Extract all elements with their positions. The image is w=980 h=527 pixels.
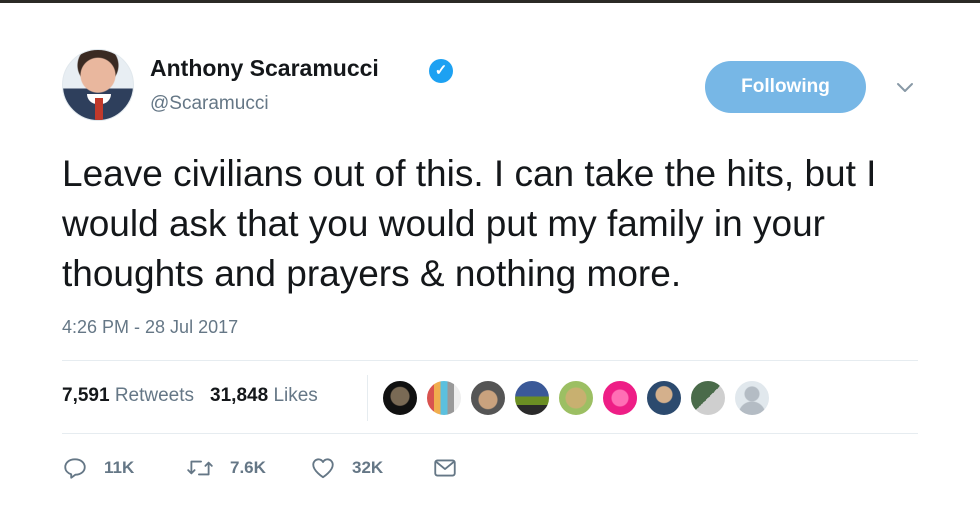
divider-top bbox=[62, 360, 918, 361]
like-count: 32K bbox=[352, 458, 384, 477]
reply-count: 11K bbox=[104, 458, 135, 477]
liker-avatar[interactable] bbox=[425, 379, 463, 417]
liker-avatar[interactable] bbox=[733, 379, 771, 417]
liker-avatar[interactable] bbox=[645, 379, 683, 417]
author-avatar[interactable] bbox=[62, 49, 134, 121]
following-button[interactable]: Following bbox=[705, 61, 866, 113]
liker-avatar[interactable] bbox=[557, 379, 595, 417]
liker-avatar[interactable] bbox=[469, 379, 507, 417]
retweet-count: 7.6K bbox=[230, 458, 266, 477]
like-button[interactable]: 32K bbox=[310, 453, 400, 483]
likes-stat[interactable]: 31,848 Likes bbox=[210, 385, 318, 406]
retweets-stat[interactable]: 7,591 Retweets bbox=[62, 385, 194, 406]
envelope-icon bbox=[434, 459, 456, 477]
stats-separator bbox=[367, 375, 368, 421]
likes-label: Likes bbox=[273, 385, 318, 406]
tweet-text: Leave civilians out of this. I can take … bbox=[62, 153, 877, 294]
author-handle[interactable]: @Scaramucci bbox=[150, 93, 269, 115]
tweet-stats: 7,591 Retweets 31,848 Likes bbox=[62, 385, 318, 407]
liker-avatar[interactable] bbox=[513, 379, 551, 417]
retweet-icon bbox=[187, 460, 213, 476]
tweet-card: Anthony Scaramucci ✓ @Scaramucci Followi… bbox=[0, 3, 980, 527]
heart-icon bbox=[312, 458, 334, 479]
retweets-label: Retweets bbox=[114, 385, 195, 406]
chevron-down-icon[interactable] bbox=[893, 75, 917, 99]
divider-bottom bbox=[62, 433, 918, 434]
liker-avatar[interactable] bbox=[381, 379, 419, 417]
avatar-tie bbox=[95, 98, 103, 120]
author-name[interactable]: Anthony Scaramucci bbox=[150, 55, 379, 82]
liker-avatar[interactable] bbox=[689, 379, 727, 417]
retweet-button[interactable]: 7.6K bbox=[186, 453, 286, 483]
direct-message-button[interactable] bbox=[432, 453, 462, 483]
reply-button[interactable]: 11K bbox=[62, 453, 152, 483]
retweets-count: 7,591 bbox=[62, 385, 110, 406]
likes-count: 31,848 bbox=[210, 385, 269, 406]
tweet-timestamp[interactable]: 4:26 PM - 28 Jul 2017 bbox=[62, 317, 238, 338]
liker-avatar[interactable] bbox=[601, 379, 639, 417]
verified-badge-icon: ✓ bbox=[429, 59, 453, 83]
reply-icon bbox=[64, 458, 86, 479]
